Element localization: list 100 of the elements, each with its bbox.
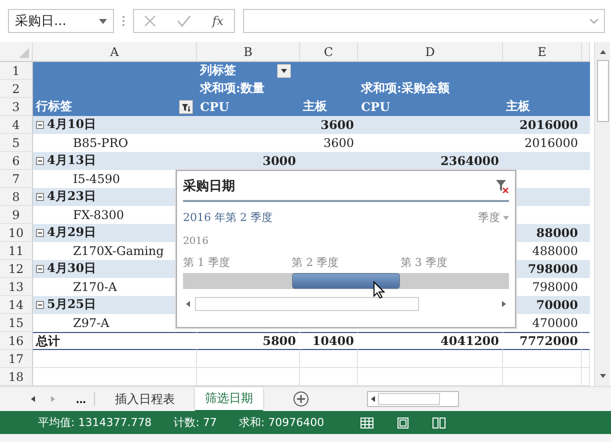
table-cell: FX-8300 [73, 208, 124, 222]
row-header[interactable]: 8 [0, 188, 33, 206]
sheet-tab[interactable]: 筛选日期 [195, 386, 264, 412]
table-cell: 88000 [536, 226, 578, 240]
row-header[interactable]: 18 [0, 368, 33, 386]
timeline-slicer[interactable]: 采购日期 2016 年第 2 季度 季度 2016 第 1 季度 第 2 季度 第 3 季度 [176, 170, 516, 328]
scroll-thumb[interactable] [195, 297, 419, 312]
row-header[interactable]: 3 [0, 98, 33, 116]
row-header[interactable]: 4 [0, 116, 33, 134]
table-cell: 5月25日 [47, 296, 96, 314]
table-cell: 5800 [262, 334, 296, 348]
table-cell: 470000 [532, 316, 578, 330]
more-icon [122, 15, 125, 28]
check-icon[interactable] [177, 15, 192, 28]
row-header[interactable]: 17 [0, 350, 33, 368]
table-cell: CPU [361, 100, 390, 114]
selected-period[interactable] [292, 273, 400, 290]
table-cell: 主板 [303, 98, 327, 116]
add-sheet-icon[interactable] [293, 391, 310, 408]
table-cell: 2364000 [440, 154, 499, 168]
row-header[interactable]: 7 [0, 170, 33, 188]
clear-filter-icon[interactable] [495, 179, 509, 194]
table-cell: 798000 [532, 280, 578, 294]
table-cell: Z170-A [73, 280, 117, 294]
row-header[interactable]: 14 [0, 296, 33, 314]
cursor-icon [373, 281, 385, 300]
row-header[interactable]: 2 [0, 80, 33, 98]
table-cell: 488000 [532, 244, 578, 258]
table-cell: 4月23日 [47, 188, 96, 206]
table-cell: I5-4590 [73, 172, 120, 186]
scroll-thumb[interactable] [378, 393, 440, 406]
expand-icon[interactable] [590, 18, 598, 24]
slicer-title: 采购日期 [183, 178, 235, 196]
table-cell: 求和项:采购金额 [361, 80, 450, 98]
status-text: 计数: 77 [174, 415, 217, 430]
table-cell: 3000 [262, 154, 296, 168]
table-cell: CPU [200, 100, 230, 114]
insert-function-button[interactable]: fx [212, 14, 224, 28]
table-cell: 主板 [506, 98, 530, 116]
filter-icon[interactable] [179, 100, 193, 114]
table-cell: 2016000 [524, 136, 578, 150]
name-box[interactable]: 采购日... [8, 9, 114, 34]
row-header[interactable]: 13 [0, 278, 33, 296]
collapse-icon[interactable] [36, 120, 44, 129]
status-text: 求和: 70976400 [238, 415, 324, 430]
table-cell: 7772000 [520, 334, 578, 348]
scroll-thumb[interactable] [596, 60, 608, 122]
column-header[interactable]: E [503, 42, 582, 62]
status-text: 平均值: 1314377.778 [38, 415, 152, 430]
row-header[interactable]: 16 [0, 332, 33, 350]
table-cell: 798000 [528, 262, 578, 276]
more-sheets-button[interactable]: ... [68, 392, 96, 406]
row-header[interactable]: 10 [0, 224, 33, 242]
table-cell: Z97-A [73, 316, 110, 330]
normal-view-icon[interactable] [360, 416, 374, 429]
row-header[interactable]: 11 [0, 242, 33, 260]
page-break-icon[interactable] [432, 416, 446, 429]
collapse-icon[interactable] [36, 192, 44, 201]
table-cell: 行标签 [36, 98, 72, 116]
dropdown-icon [99, 18, 107, 24]
table-cell: 总计 [36, 332, 60, 350]
table-cell: 2016000 [520, 118, 578, 132]
dropdown-icon [503, 216, 509, 220]
table-cell: 4041200 [440, 334, 499, 348]
row-header[interactable]: 1 [0, 62, 33, 80]
dropdown-icon[interactable] [277, 64, 291, 78]
sheet-tab[interactable]: 插入日程表 [105, 388, 186, 411]
collapse-icon[interactable] [36, 228, 44, 237]
year-label: 2016 [183, 236, 210, 248]
column-header[interactable]: B [197, 42, 300, 62]
column-header[interactable]: D [358, 42, 503, 62]
row-header[interactable]: 6 [0, 152, 33, 170]
row-header[interactable]: 9 [0, 206, 33, 224]
row-header[interactable]: 15 [0, 314, 33, 332]
row-header[interactable]: 12 [0, 260, 33, 278]
quarter-label: 第 1 季度 [183, 255, 231, 270]
page-layout-icon[interactable] [396, 416, 410, 429]
formula-input[interactable] [243, 9, 605, 34]
column-header[interactable]: C [300, 42, 358, 62]
quarter-label: 第 2 季度 [292, 255, 340, 270]
selection-label: 2016 年第 2 季度 [183, 210, 272, 226]
table-cell: 4月10日 [47, 116, 96, 134]
quarter-label: 第 3 季度 [400, 255, 448, 270]
collapse-icon[interactable] [36, 300, 44, 309]
collapse-icon[interactable] [36, 264, 44, 273]
time-level-dropdown[interactable]: 季度 [478, 210, 509, 226]
row-header[interactable]: 5 [0, 134, 33, 152]
table-cell: 4月29日 [47, 224, 96, 242]
table-cell: 70000 [536, 298, 578, 312]
column-header[interactable]: A [33, 42, 197, 62]
table-cell: 4月13日 [47, 152, 96, 170]
collapse-icon[interactable] [36, 156, 44, 165]
table-cell: 10400 [312, 334, 354, 348]
table-cell: 3600 [323, 136, 354, 150]
column-header[interactable] [582, 42, 590, 62]
table-cell: Z170X-Gaming [73, 244, 164, 258]
vertical-scrollbar[interactable] [594, 42, 610, 386]
table-cell: 3600 [320, 118, 354, 132]
horizontal-scrollbar[interactable] [367, 391, 460, 408]
table-cell: 4月30日 [47, 260, 96, 278]
